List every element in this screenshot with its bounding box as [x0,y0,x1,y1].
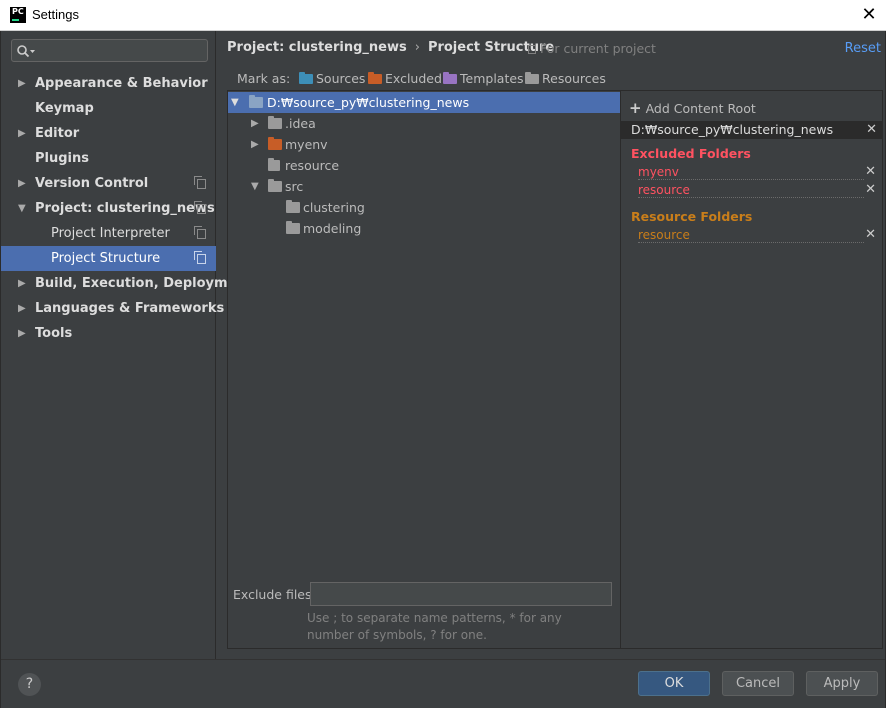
breadcrumb: Project: clustering_news › Project Structu… [227,40,554,55]
dialog-footer: ? OK Cancel Apply [1,659,885,708]
folder-icon [286,200,300,213]
project-scope-icon [194,201,206,214]
tree-node-idea[interactable]: ▶ .idea [228,113,620,134]
excluded-folder-icon [268,137,282,150]
pycharm-logo-icon: PC [10,7,26,23]
expand-arrow-icon[interactable]: ▶ [251,134,259,155]
title-bar: PC Settings ✕ [0,0,886,31]
reset-link[interactable]: Reset [845,41,881,56]
folder-icon [286,221,300,234]
search-icon [17,45,35,58]
apply-button[interactable]: Apply [806,671,878,696]
folder-icon [268,116,282,129]
expand-arrow-icon[interactable]: ▶ [18,321,26,346]
expand-arrow-icon[interactable]: ▶ [18,171,26,196]
settings-dialog: ▶ Appearance & Behavior Keymap ▶ Editor Pl… [0,31,886,708]
project-tree: ▼ D:₩source_py₩clustering_news ▶ .idea ▶… [227,90,621,649]
breadcrumb-project: Project: clustering_news [227,40,407,55]
expand-arrow-icon[interactable]: ▶ [18,271,26,296]
cancel-button[interactable]: Cancel [722,671,794,696]
content-root-path: D:₩source_py₩clustering_news ✕ [621,121,883,139]
remove-excluded-icon[interactable]: ✕ [865,182,876,198]
tree-node-src[interactable]: ▼ src [228,176,620,197]
remove-resource-icon[interactable]: ✕ [865,227,876,243]
excluded-folder-icon [368,72,382,84]
excluded-folder-entry: myenv [638,164,864,180]
expand-arrow-icon[interactable]: ▶ [251,113,259,134]
mark-resources-button[interactable]: Resources [525,71,606,86]
mark-as-label: Mark as: [237,71,291,86]
tree-node-clustering[interactable]: clustering [228,197,620,218]
remove-excluded-icon[interactable]: ✕ [865,164,876,180]
collapse-arrow-icon[interactable]: ▼ [251,176,259,197]
project-scope-icon [194,176,206,189]
search-input[interactable] [11,39,208,62]
sidebar-item-build[interactable]: ▶ Build, Execution, Deployment [1,271,252,296]
tree-node-resource[interactable]: resource [228,155,620,176]
mark-sources-button[interactable]: Sources [299,71,365,86]
expand-arrow-icon[interactable]: ▶ [18,296,26,321]
excluded-folder-entry: resource [638,182,864,198]
remove-content-root-icon[interactable]: ✕ [866,122,877,138]
tree-node-modeling[interactable]: modeling [228,218,620,239]
resources-folder-icon [268,158,280,171]
exclude-files-input[interactable] [310,582,612,606]
folder-icon [249,95,263,108]
project-scope-icon [194,251,206,264]
tree-node-myenv[interactable]: ▶ myenv [228,134,620,155]
sidebar-item-keymap[interactable]: Keymap [1,96,216,121]
settings-sidebar: ▶ Appearance & Behavior Keymap ▶ Editor Pl… [1,31,252,659]
ok-button[interactable]: OK [638,671,710,696]
for-current-project-note: For current project [528,41,656,56]
tree-root-node[interactable]: ▼ D:₩source_py₩clustering_news [228,92,620,113]
sidebar-item-appearance[interactable]: ▶ Appearance & Behavior [1,71,216,96]
mark-templates-button[interactable]: Templates [443,71,524,86]
sidebar-item-project-structure[interactable]: Project Structure [1,246,216,271]
plus-icon: + [629,99,642,117]
sources-folder-icon [299,72,313,84]
window-title: Settings [32,7,79,22]
settings-tree: ▶ Appearance & Behavior Keymap ▶ Editor Pl… [1,71,252,346]
sidebar-item-project-interpreter[interactable]: Project Interpreter [1,221,216,246]
project-scope-icon [194,226,206,239]
sidebar-item-version-control[interactable]: ▶ Version Control [1,171,216,196]
close-window-button[interactable]: ✕ [858,4,880,26]
sidebar-item-tools[interactable]: ▶ Tools [1,321,216,346]
help-button[interactable]: ? [18,673,41,696]
breadcrumb-separator: › [414,40,420,55]
content-roots-panel: + Add Content Root D:₩source_py₩clusterin… [621,90,883,649]
sidebar-item-editor[interactable]: ▶ Editor [1,121,216,146]
templates-folder-icon [443,72,457,84]
resources-folder-icon [525,72,539,84]
resource-folder-entry: resource [638,227,864,243]
resource-folders-heading: Resource Folders [631,209,753,224]
sidebar-item-plugins[interactable]: Plugins [1,146,216,171]
excluded-folders-heading: Excluded Folders [631,146,751,161]
mark-excluded-button[interactable]: Excluded [368,71,442,86]
add-content-root-button[interactable]: + Add Content Root [629,99,756,117]
sidebar-item-project[interactable]: ▼ Project: clustering_news [1,196,216,221]
exclude-files-hint: Use ; to separate name patterns, * for a… [307,611,562,642]
exclude-files-label: Exclude files: [233,587,316,602]
sidebar-item-languages[interactable]: ▶ Languages & Frameworks [1,296,224,321]
expand-arrow-icon[interactable]: ▶ [18,121,26,146]
folder-icon [268,179,282,192]
expand-arrow-icon[interactable]: ▶ [18,71,26,96]
collapse-arrow-icon[interactable]: ▼ [18,196,26,221]
project-scope-icon [528,45,536,54]
collapse-arrow-icon[interactable]: ▼ [231,92,239,113]
